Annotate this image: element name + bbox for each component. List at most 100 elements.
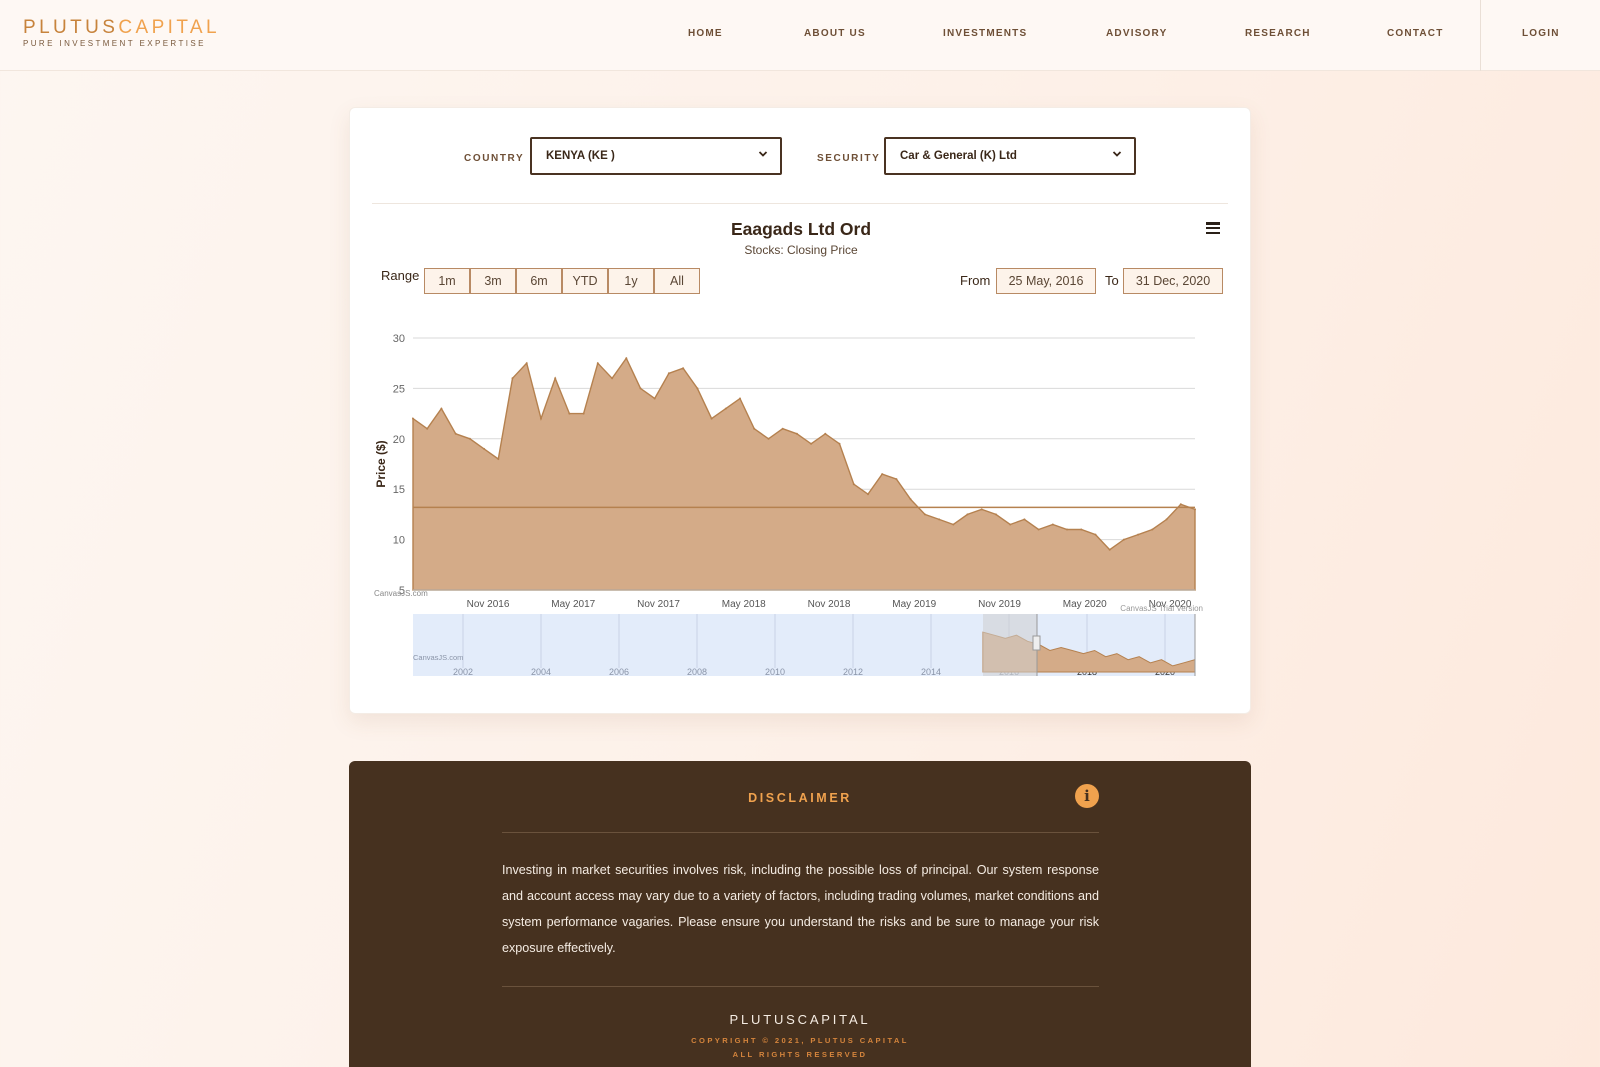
y-tick-label: 30 (393, 333, 405, 345)
range-button-1y[interactable]: 1y (608, 268, 654, 294)
data-point (1151, 528, 1154, 531)
data-point (497, 458, 500, 460)
credit-label: CanvasJS Trial Version (1120, 604, 1203, 613)
navigator-tick-label: 2004 (531, 667, 551, 677)
x-tick-label: Nov 2017 (637, 599, 680, 610)
navigator-credit: CanvasJS.com (413, 653, 463, 662)
range-button-3m[interactable]: 3m (470, 268, 516, 294)
data-point (739, 397, 741, 400)
footer-logo-part2: CAPITAL (797, 1012, 871, 1027)
range-button-all[interactable]: All (654, 268, 700, 294)
data-point (838, 442, 841, 445)
data-point (667, 372, 670, 375)
x-tick-label: Nov 2019 (978, 599, 1021, 610)
disclaimer-panel: DISCLAIMER i Investing in market securit… (349, 761, 1251, 1067)
data-point (909, 498, 912, 501)
data-point (440, 407, 443, 410)
security-select[interactable]: Car & General (K) Ltd (884, 137, 1136, 175)
x-tick-label: Nov 2016 (467, 599, 510, 610)
navigator-tick-label: 2012 (843, 667, 863, 677)
navigator-tick-label: 2006 (609, 667, 629, 677)
nav-investments[interactable]: INVESTMENTS (943, 28, 1027, 39)
data-point (753, 427, 756, 430)
chart-card: COUNTRY KENYA (KE ) SECURITY Car & Gener… (349, 107, 1251, 714)
range-button-ytd[interactable]: YTD (562, 268, 608, 294)
x-tick-label: May 2018 (722, 599, 766, 610)
data-point (554, 377, 557, 380)
data-point (426, 427, 429, 430)
data-point (1051, 523, 1054, 526)
data-point (781, 427, 784, 430)
chevron-down-icon (758, 151, 768, 157)
to-date-input[interactable]: 31 Dec, 2020 (1123, 268, 1223, 294)
data-point (1108, 548, 1111, 551)
data-point (1122, 538, 1125, 541)
nav-advisory[interactable]: ADVISORY (1106, 28, 1167, 39)
x-tick-label: May 2017 (551, 599, 595, 610)
data-point (653, 397, 656, 400)
x-tick-label: May 2020 (1063, 599, 1107, 610)
data-point (980, 508, 983, 511)
data-point (454, 432, 457, 435)
navigator-grip-left (1032, 635, 1041, 651)
nav-home[interactable]: HOME (688, 28, 723, 39)
data-point (682, 367, 685, 370)
data-point (1080, 528, 1083, 531)
data-point (1179, 503, 1182, 506)
data-point (810, 442, 813, 445)
data-point (568, 412, 571, 415)
menu-icon[interactable] (1206, 222, 1220, 236)
country-label: COUNTRY (464, 153, 525, 164)
disclaimer-title: DISCLAIMER (748, 791, 852, 805)
navigator-mask (983, 614, 1037, 676)
nav-research[interactable]: RESEARCH (1245, 28, 1311, 39)
data-point (767, 437, 770, 440)
nav-about-us[interactable]: ABOUT US (804, 28, 866, 39)
footer-logo: PLUTUSCAPITAL (349, 1012, 1251, 1027)
data-point (1137, 533, 1140, 536)
range-button-1m[interactable]: 1m (424, 268, 470, 294)
x-tick-label: May 2019 (892, 599, 936, 610)
info-icon[interactable]: i (1075, 784, 1099, 808)
data-point (468, 437, 471, 440)
logo[interactable]: PLUTUSCAPITAL PURE INVESTMENT EXPERTISE (23, 18, 220, 49)
data-point (923, 513, 926, 516)
y-tick-label: 20 (393, 434, 405, 446)
data-point (611, 377, 614, 380)
data-point (1165, 518, 1168, 521)
data-point (710, 417, 713, 420)
price-chart[interactable]: 30252015105Price ($)Nov 2016 May 2017 Nov … (368, 308, 1228, 708)
country-select[interactable]: KENYA (KE ) (530, 137, 782, 175)
logo-tagline: PURE INVESTMENT EXPERTISE (23, 39, 206, 48)
data-point (852, 483, 855, 486)
chart-title: Eaagads Ltd Ord (730, 219, 872, 239)
logo-name-part2: CAPITAL (118, 17, 220, 38)
data-point (938, 518, 941, 521)
nav-login[interactable]: LOGIN (1522, 28, 1560, 39)
footer-divider (502, 986, 1099, 987)
logo-name-part1: PLUTUS (23, 17, 119, 38)
nav-contact[interactable]: CONTACT (1387, 28, 1444, 39)
data-point (895, 478, 898, 481)
data-point (540, 417, 542, 420)
y-tick-label: 10 (393, 535, 405, 547)
navigator-tick-label: 2010 (765, 667, 785, 677)
data-point (1066, 528, 1068, 531)
card-divider (372, 203, 1228, 204)
data-point (525, 362, 528, 365)
data-point (952, 523, 955, 526)
data-point (696, 387, 699, 390)
from-date-input[interactable]: 25 May, 2016 (996, 268, 1096, 294)
navigator-tick-label: 2014 (921, 667, 941, 677)
y-axis-label: Price ($) (374, 440, 388, 487)
price-area (412, 356, 1196, 591)
disclaimer-text: Investing in market securities involves … (502, 863, 1099, 955)
range-button-6m[interactable]: 6m (516, 268, 562, 294)
data-point (824, 432, 827, 435)
nav-divider (1480, 0, 1481, 71)
security-select-value: Car & General (K) Ltd (900, 150, 1017, 162)
data-point (1094, 533, 1097, 536)
data-point (994, 513, 997, 516)
data-point (1009, 523, 1012, 526)
data-point (795, 432, 798, 435)
